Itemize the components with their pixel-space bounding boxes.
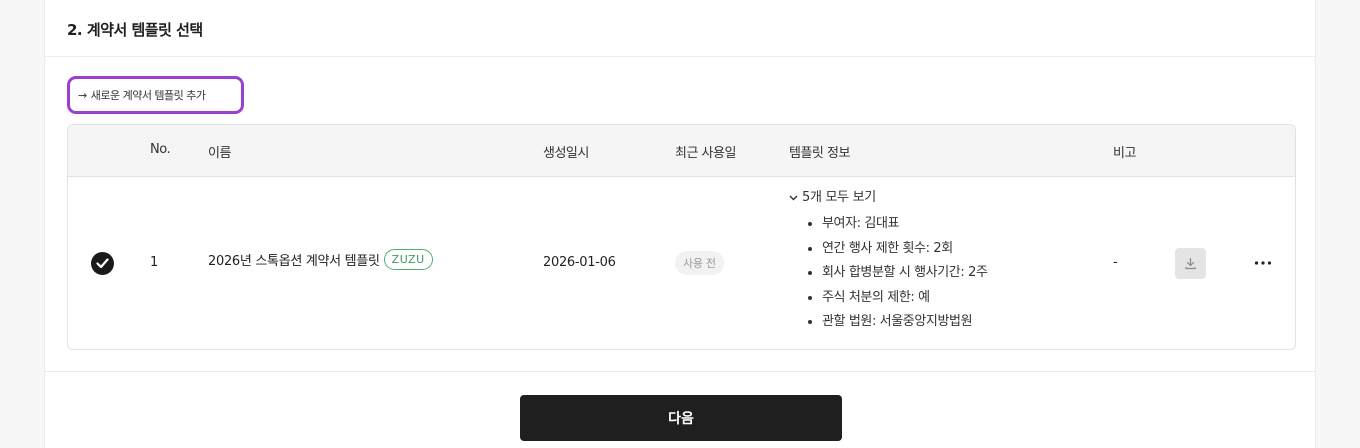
row-name-cell: 2026년 스톡옵션 계약서 템플릿 ZUZU [208,249,433,270]
header-no: No. [150,142,171,157]
info-item: 부여자: 김대표 [806,215,988,240]
chevron-down-icon [789,195,798,200]
arrow-right-icon: → [78,88,87,102]
info-item: 주식 처분의 제한: 예 [806,289,988,314]
header-template-info: 템플릿 정보 [789,146,850,161]
info-item: 관할 법원: 서울중앙지방법원 [806,313,988,338]
template-table: No. 이름 생성일시 최근 사용일 템플릿 정보 비고 1 2026년 스톡옵… [67,124,1296,350]
header-last-used: 최근 사용일 [675,146,736,161]
show-all-info-label: 5개 모두 보기 [802,190,876,205]
more-options-button[interactable] [1251,253,1275,273]
add-template-link[interactable]: → 새로운 계약서 템플릿 추가 [67,76,244,114]
row-name: 2026년 스톡옵션 계약서 템플릿 [208,254,380,269]
selected-checkmark-icon[interactable] [91,252,114,275]
show-all-info-toggle[interactable]: 5개 모두 보기 [789,186,876,205]
card-header: 2. 계약서 템플릿 선택 [45,0,1315,57]
info-item: 회사 합병분할 시 행사기간: 2주 [806,264,988,289]
company-badge: ZUZU [383,249,433,270]
download-icon [1185,257,1196,270]
more-horizontal-icon [1254,261,1272,265]
header-created: 생성일시 [543,146,589,161]
table-header: No. 이름 생성일시 최근 사용일 템플릿 정보 비고 [68,125,1295,177]
last-used-status-badge: 사용 전 [675,251,724,275]
header-note: 비고 [1113,146,1136,161]
footer-divider [45,371,1315,372]
row-note: - [1113,255,1118,270]
header-name: 이름 [208,146,231,161]
section-title: 2. 계약서 템플릿 선택 [67,21,203,39]
row-no: 1 [150,255,158,270]
add-template-label: 새로운 계약서 템플릿 추가 [90,89,206,102]
next-button[interactable]: 다음 [520,395,842,441]
template-info-list: 부여자: 김대표 연간 행사 제한 횟수: 2회 회사 합병분할 시 행사기간:… [806,215,988,338]
row-created-date: 2026-01-06 [543,255,616,270]
download-button[interactable] [1175,248,1206,279]
info-item: 연간 행사 제한 횟수: 2회 [806,240,988,265]
contract-template-card: 2. 계약서 템플릿 선택 → 새로운 계약서 템플릿 추가 No. 이름 생성… [44,0,1316,448]
